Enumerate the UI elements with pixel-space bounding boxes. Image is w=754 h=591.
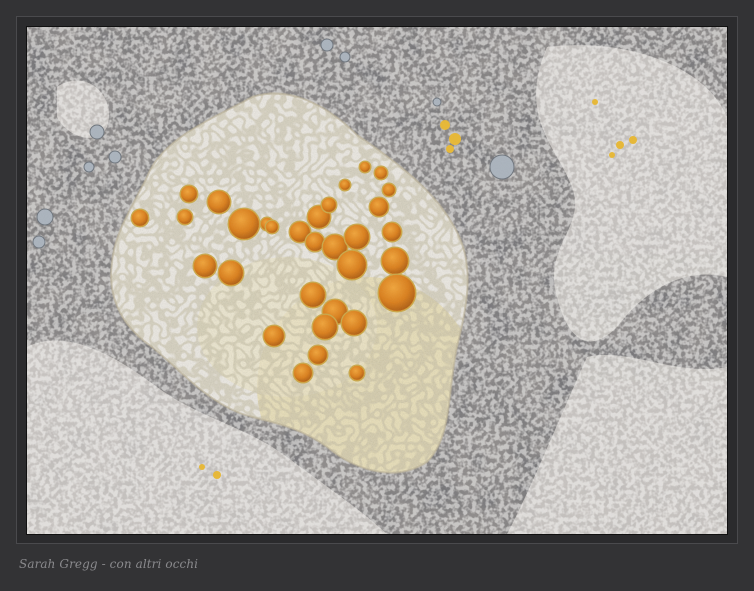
photo-credit: Sarah Gregg - con altri occhi — [19, 557, 199, 571]
lichen-photo — [27, 27, 727, 534]
film-grain — [27, 27, 727, 534]
